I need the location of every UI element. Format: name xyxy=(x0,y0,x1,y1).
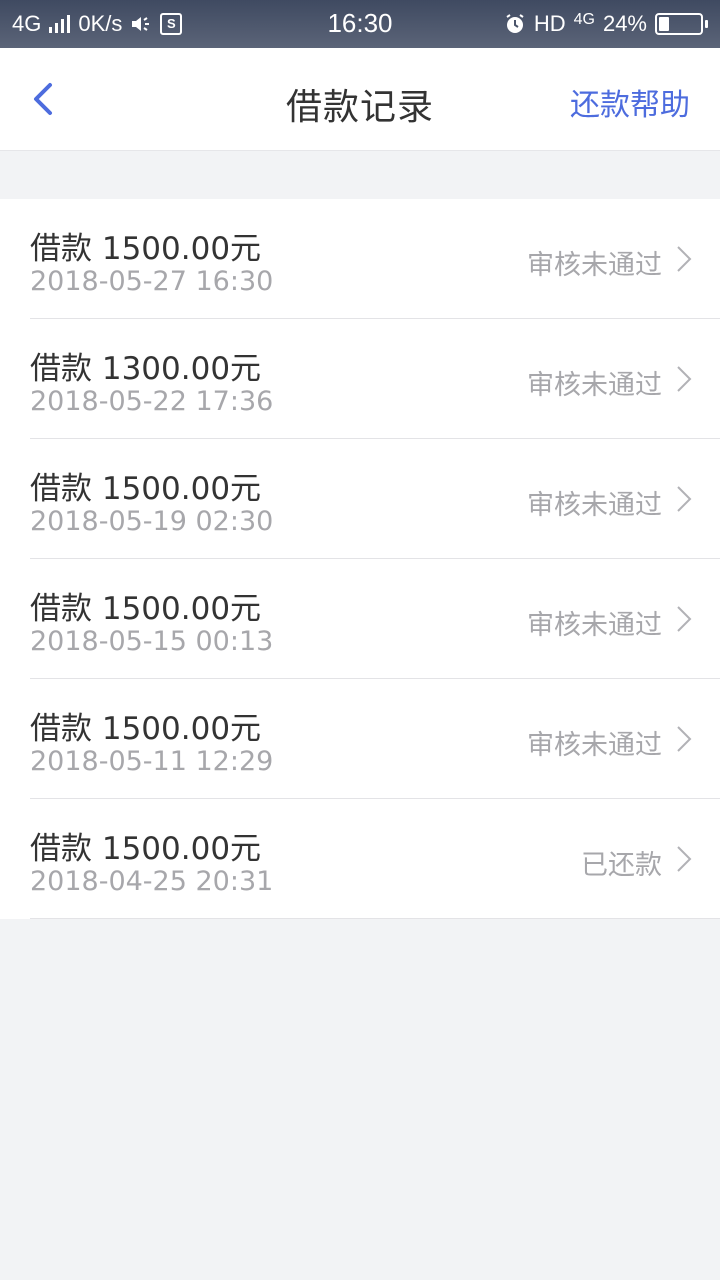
chevron-right-icon xyxy=(677,366,692,392)
chevron-right-icon xyxy=(677,726,692,752)
record-amount: 借款 1500.00元 xyxy=(30,591,262,627)
nav-bar: 借款记录 还款帮助 xyxy=(0,48,720,151)
record-status: 审核未通过 xyxy=(527,490,662,521)
data-network-label: 4G xyxy=(573,11,595,28)
record-amount: 借款 1500.00元 xyxy=(30,231,262,267)
record-date: 2018-05-15 00:13 xyxy=(30,626,274,657)
status-bar: 4G 0K/s S 16:30 HD 4G 24% xyxy=(0,0,720,48)
battery-percent: 24% xyxy=(602,11,647,36)
record-amount: 借款 1500.00元 xyxy=(30,831,262,867)
record-date: 2018-05-11 12:29 xyxy=(30,746,274,777)
battery-icon xyxy=(655,13,708,35)
loan-record-row[interactable]: 借款 1500.00元 2018-05-27 16:30 审核未通过 xyxy=(30,199,720,319)
loan-record-row[interactable]: 借款 1300.00元 2018-05-22 17:36 审核未通过 xyxy=(30,319,720,439)
record-status: 已还款 xyxy=(581,850,662,881)
status-right: HD 4G 24% xyxy=(504,10,708,38)
record-amount: 借款 1300.00元 xyxy=(30,351,262,387)
alarm-icon xyxy=(506,14,524,33)
repayment-help-link[interactable]: 还款帮助 xyxy=(570,80,690,124)
record-status: 审核未通过 xyxy=(527,370,662,401)
hd-label: HD xyxy=(533,11,566,36)
record-date: 2018-05-22 17:36 xyxy=(30,386,274,417)
record-status: 审核未通过 xyxy=(527,730,662,761)
chevron-right-icon xyxy=(677,846,692,872)
loan-record-list: 借款 1500.00元 2018-05-27 16:30 审核未通过 借款 13… xyxy=(0,199,720,919)
loan-record-row[interactable]: 借款 1500.00元 2018-05-11 12:29 审核未通过 xyxy=(30,679,720,799)
record-date: 2018-05-19 02:30 xyxy=(30,506,274,537)
chevron-right-icon xyxy=(677,246,692,272)
record-date: 2018-04-25 20:31 xyxy=(30,866,274,897)
record-status: 审核未通过 xyxy=(527,610,662,641)
loan-record-row[interactable]: 借款 1500.00元 2018-05-19 02:30 审核未通过 xyxy=(30,439,720,559)
record-amount: 借款 1500.00元 xyxy=(30,471,262,507)
loan-record-row[interactable]: 借款 1500.00元 2018-05-15 00:13 审核未通过 xyxy=(30,559,720,679)
chevron-right-icon xyxy=(677,606,692,632)
chevron-right-icon xyxy=(677,486,692,512)
record-amount: 借款 1500.00元 xyxy=(30,711,262,747)
record-date: 2018-05-27 16:30 xyxy=(30,266,274,297)
record-status: 审核未通过 xyxy=(527,250,662,281)
loan-record-row[interactable]: 借款 1500.00元 2018-04-25 20:31 已还款 xyxy=(30,799,720,919)
